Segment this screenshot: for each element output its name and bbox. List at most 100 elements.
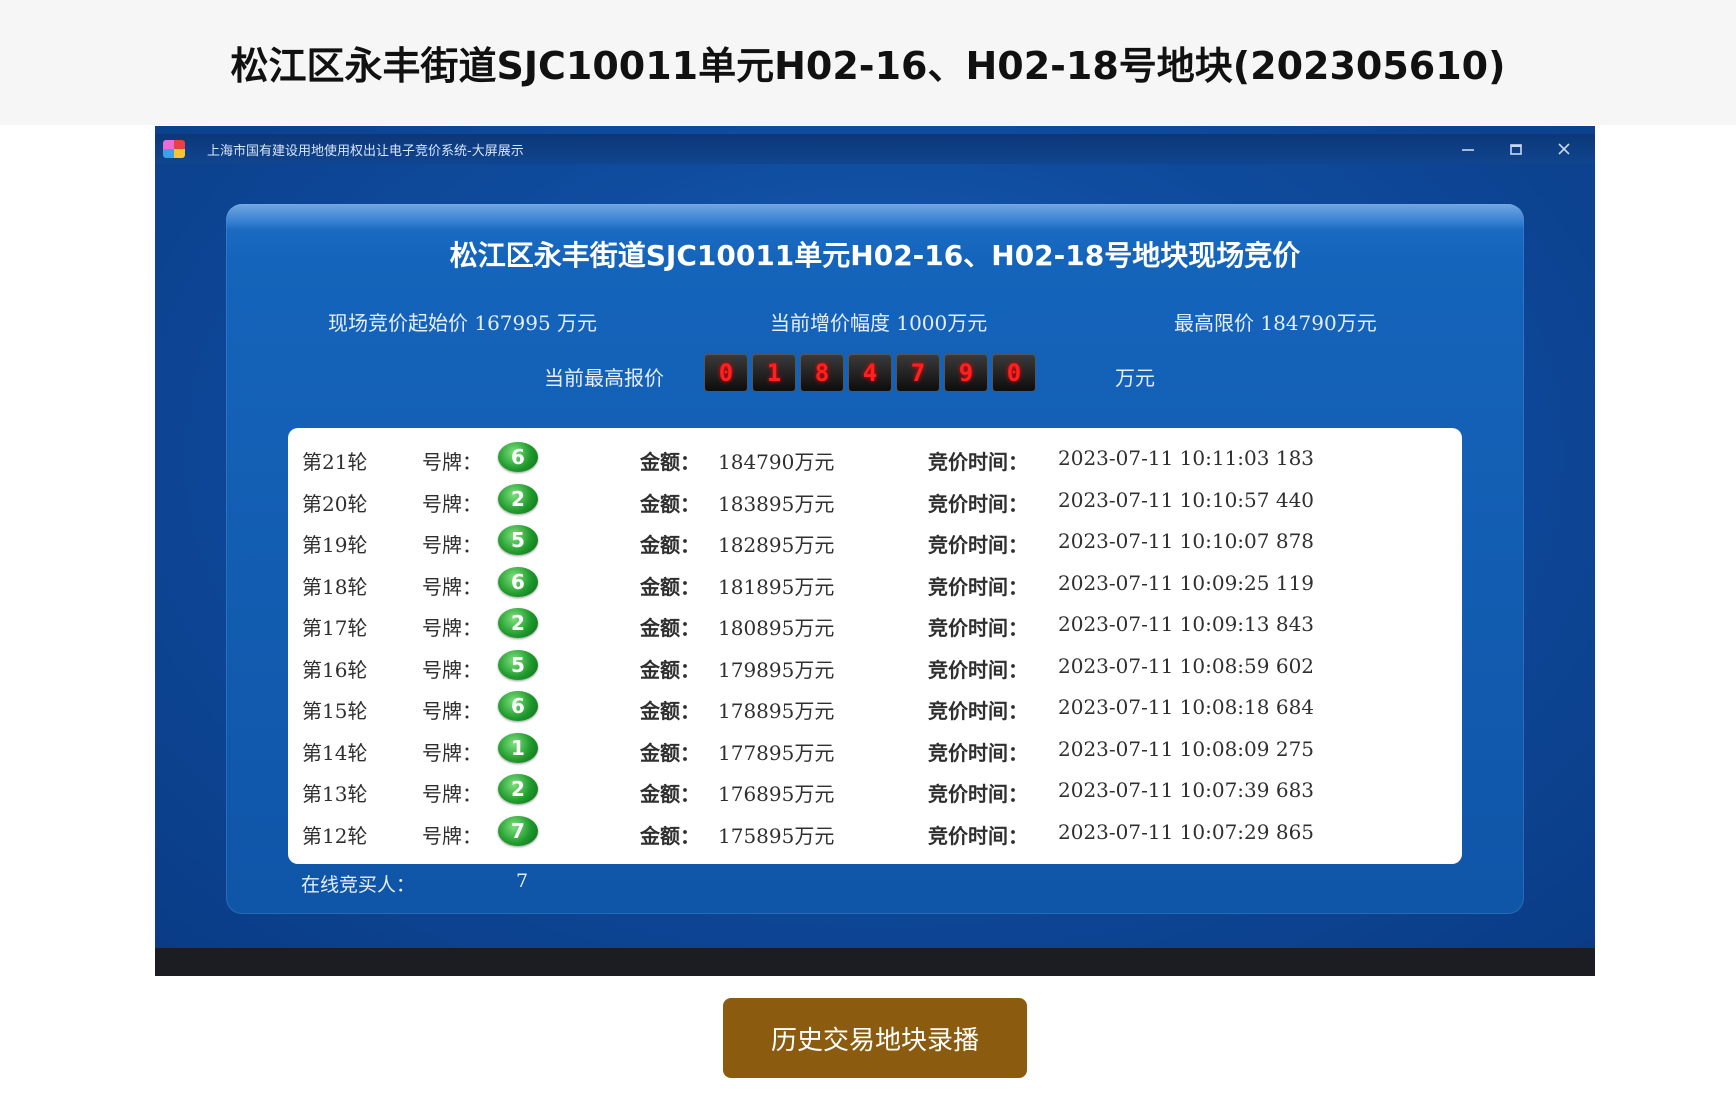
amount-label: 金额： — [640, 823, 700, 848]
maximize-icon[interactable] — [1505, 138, 1527, 160]
plate-label: 号牌： — [422, 450, 482, 474]
bid-row: 第12轮 号牌： 7 金额： 175895万元 竞价时间： 2023-07-11… — [288, 812, 1462, 854]
bid-round: 第21轮 — [302, 450, 368, 474]
bid-time: 2023-07-11 10:07:39 683 — [1058, 778, 1315, 802]
price-increment: 当前增价幅度 1000万元 — [770, 311, 988, 335]
plate-badge: 6 — [498, 566, 538, 597]
window-titlebar: 上海市国有建设用地使用权出让电子竞价系统-大屏展示 — [155, 134, 1595, 164]
bid-digit-display: 0 1 8 4 7 9 0 — [704, 354, 1036, 392]
bid-digit: 9 — [944, 354, 988, 392]
page-header: 松江区永丰街道SJC10011单元H02-16、H02-18号地块(202305… — [0, 0, 1736, 125]
bid-time: 2023-07-11 10:11:03 183 — [1058, 446, 1315, 470]
bid-round: 第18轮 — [302, 574, 368, 599]
plate-label: 号牌： — [422, 699, 482, 723]
bid-time: 2023-07-11 10:09:13 843 — [1058, 612, 1315, 636]
plate-label: 号牌： — [422, 740, 482, 765]
start-price: 现场竞价起始价 167995 万元 — [328, 311, 598, 335]
plate-badge: 2 — [498, 608, 538, 638]
bid-row: 第17轮 号牌： 2 金额： 180895万元 竞价时间： 2023-07-11… — [288, 604, 1462, 646]
amount-label: 金额： — [640, 616, 700, 640]
bid-digit: 1 — [752, 354, 796, 392]
bid-amount: 180895万元 — [718, 616, 835, 640]
bid-digit: 4 — [848, 354, 892, 392]
bid-round: 第14轮 — [302, 740, 368, 765]
bid-round: 第19轮 — [302, 533, 368, 557]
amount-label: 金额： — [640, 574, 700, 599]
time-label: 竞价时间： — [928, 699, 1028, 723]
bid-digit: 7 — [896, 354, 940, 392]
bid-amount: 177895万元 — [718, 740, 835, 765]
time-label: 竞价时间： — [928, 657, 1028, 682]
bid-history-list: 第21轮 号牌： 6 金额： 184790万元 竞价时间： 2023-07-11… — [288, 428, 1462, 864]
bid-amount: 178895万元 — [718, 699, 835, 723]
plate-label: 号牌： — [422, 574, 482, 599]
amount-label: 金额： — [640, 657, 700, 682]
plate-badge: 7 — [498, 815, 538, 846]
bid-round: 第13轮 — [302, 782, 368, 806]
current-bid-label: 当前最高报价 — [544, 366, 664, 390]
bid-amount: 179895万元 — [718, 657, 835, 682]
amount-label: 金额： — [640, 533, 700, 557]
bid-row: 第19轮 号牌： 5 金额： 182895万元 竞价时间： 2023-07-11… — [288, 521, 1462, 563]
bid-time: 2023-07-11 10:08:09 275 — [1058, 736, 1315, 761]
bid-row: 第16轮 号牌： 5 金额： 179895万元 竞价时间： 2023-07-11… — [288, 646, 1462, 688]
bid-amount: 176895万元 — [718, 782, 835, 806]
bid-time: 2023-07-11 10:07:29 865 — [1058, 819, 1315, 844]
amount-label: 金额： — [640, 699, 700, 723]
plate-badge: 1 — [498, 732, 538, 763]
time-label: 竞价时间： — [928, 450, 1028, 474]
amount-label: 金额： — [640, 450, 700, 474]
video-player[interactable]: 上海市国有建设用地使用权出让电子竞价系统-大屏展示 松江区永丰街道SJC1001… — [155, 126, 1595, 976]
plate-label: 号牌： — [422, 533, 482, 557]
max-price: 最高限价 184790万元 — [1174, 311, 1377, 335]
bid-round: 第12轮 — [302, 823, 368, 848]
bid-digit: 8 — [800, 354, 844, 392]
bid-amount: 181895万元 — [718, 574, 835, 599]
bid-time: 2023-07-11 10:08:18 684 — [1058, 695, 1315, 719]
time-label: 竞价时间： — [928, 782, 1028, 806]
bid-time: 2023-07-11 10:08:59 602 — [1058, 653, 1315, 678]
plate-label: 号牌： — [422, 616, 482, 640]
plate-label: 号牌： — [422, 823, 482, 848]
time-label: 竞价时间： — [928, 616, 1028, 640]
board-header-bar — [226, 204, 1524, 230]
bid-round: 第15轮 — [302, 699, 368, 723]
auction-display-window: 上海市国有建设用地使用权出让电子竞价系统-大屏展示 松江区永丰街道SJC1001… — [155, 126, 1595, 948]
bid-row: 第21轮 号牌： 6 金额： 184790万元 竞价时间： 2023-07-11… — [288, 438, 1462, 480]
auction-title: 松江区永丰街道SJC10011单元H02-16、H02-18号地块现场竞价 — [449, 239, 1301, 272]
bid-row: 第13轮 号牌： 2 金额： 176895万元 竞价时间： 2023-07-11… — [288, 770, 1462, 812]
amount-label: 金额： — [640, 782, 700, 806]
bid-row: 第18轮 号牌： 6 金额： 181895万元 竞价时间： 2023-07-11… — [288, 563, 1462, 605]
close-icon[interactable] — [1553, 138, 1575, 160]
amount-label: 金额： — [640, 491, 700, 516]
plate-label: 号牌： — [422, 491, 482, 516]
bid-time: 2023-07-11 10:10:57 440 — [1058, 487, 1315, 512]
plate-badge: 6 — [498, 691, 538, 721]
bid-digit: 0 — [992, 354, 1036, 392]
bid-row: 第15轮 号牌： 6 金额： 178895万元 竞价时间： 2023-07-11… — [288, 687, 1462, 729]
current-bid-unit: 万元 — [1115, 366, 1155, 390]
time-label: 竞价时间： — [928, 823, 1028, 848]
plate-label: 号牌： — [422, 782, 482, 806]
bid-amount: 182895万元 — [718, 533, 835, 557]
plate-badge: 5 — [498, 525, 538, 555]
bid-digit: 0 — [704, 354, 748, 392]
app-logo-icon — [163, 140, 185, 158]
amount-label: 金额： — [640, 740, 700, 765]
plate-badge: 6 — [498, 442, 538, 472]
bid-round: 第20轮 — [302, 491, 368, 516]
bid-round: 第17轮 — [302, 616, 368, 640]
bid-time: 2023-07-11 10:09:25 119 — [1058, 570, 1315, 595]
plate-badge: 2 — [498, 483, 538, 514]
bid-row: 第14轮 号牌： 1 金额： 177895万元 竞价时间： 2023-07-11… — [288, 729, 1462, 771]
plate-badge: 5 — [498, 649, 538, 680]
history-replay-button[interactable]: 历史交易地块录播 — [723, 998, 1027, 1078]
online-bidders-count: 7 — [516, 870, 529, 892]
bid-amount: 184790万元 — [718, 450, 835, 474]
time-label: 竞价时间： — [928, 491, 1028, 516]
minimize-icon[interactable] — [1457, 138, 1479, 160]
bid-round: 第16轮 — [302, 657, 368, 682]
current-highest-bid: 当前最高报价 0 1 8 4 7 9 0 万元 — [226, 354, 1524, 394]
auction-board: 松江区永丰街道SJC10011单元H02-16、H02-18号地块现场竞价 现场… — [226, 204, 1524, 914]
time-label: 竞价时间： — [928, 574, 1028, 599]
